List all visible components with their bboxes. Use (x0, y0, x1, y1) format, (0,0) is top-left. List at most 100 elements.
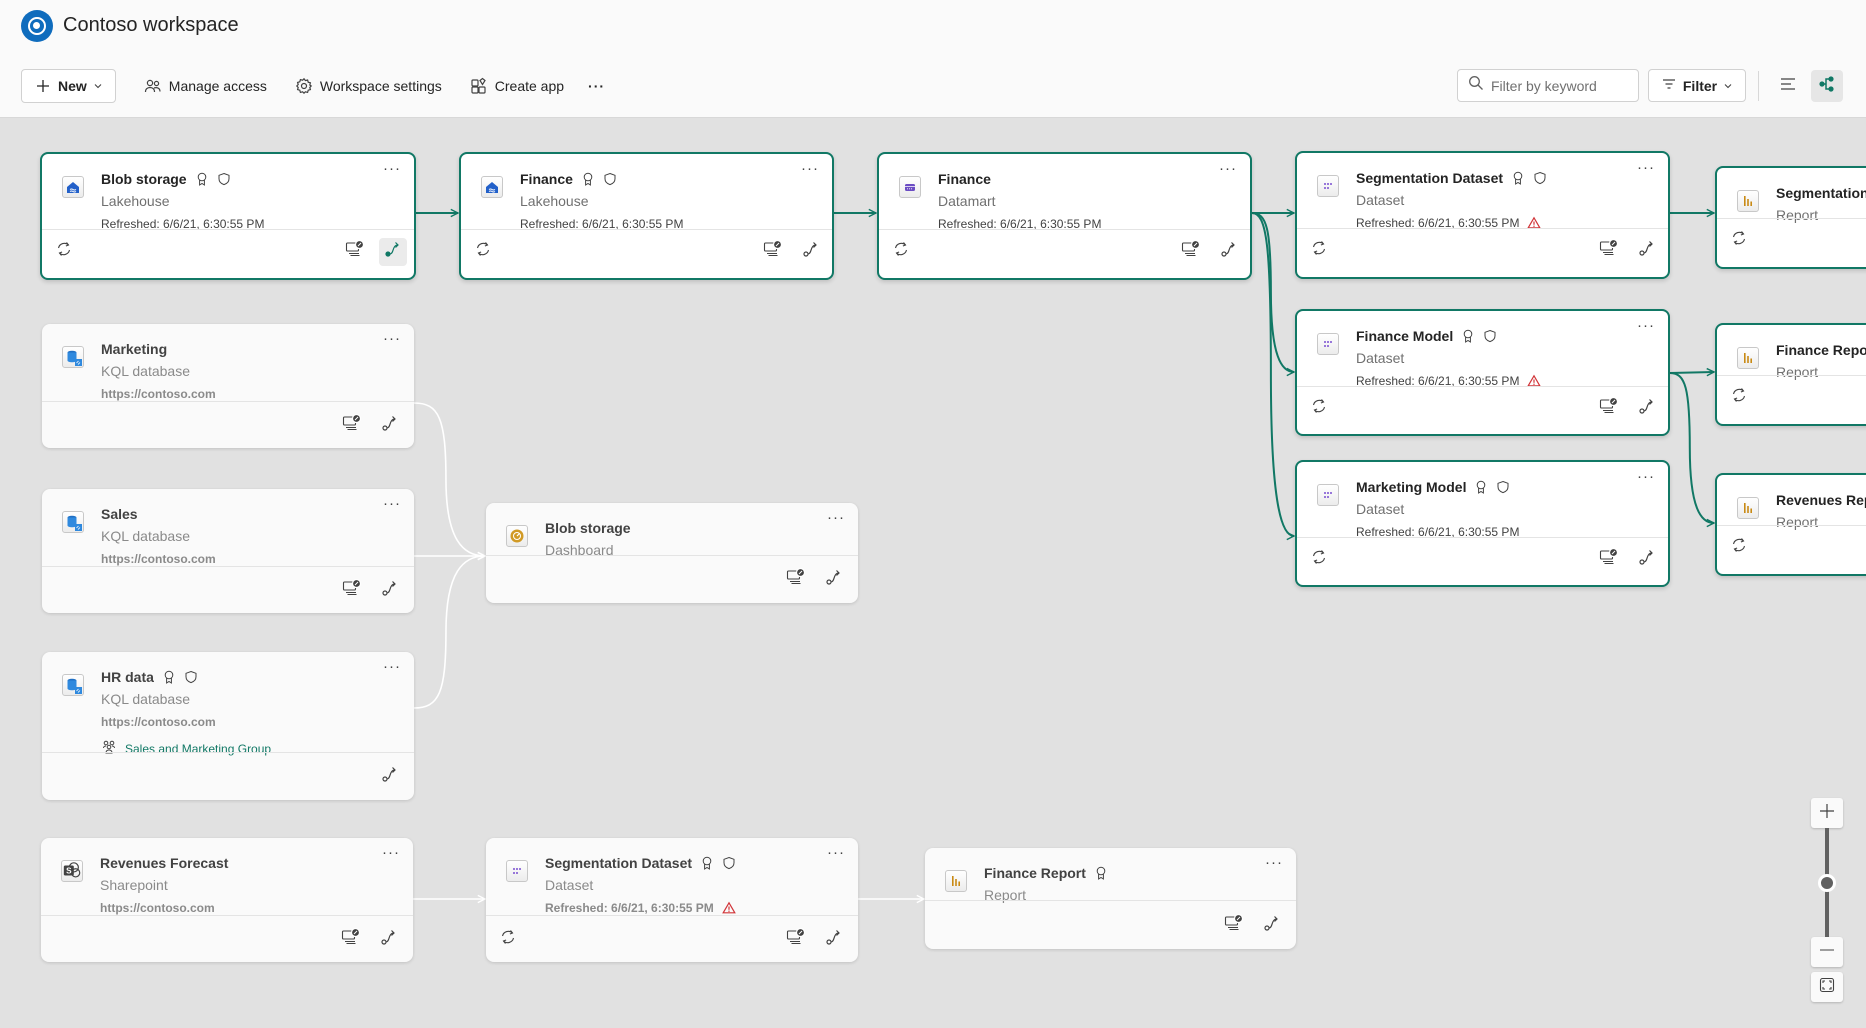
more-options-button[interactable]: ··· (382, 161, 402, 176)
refresh-button[interactable] (1727, 386, 1751, 410)
more-options-button[interactable]: ··· (1636, 318, 1656, 333)
show-lineage-button[interactable] (375, 925, 403, 953)
impact-analysis-button[interactable] (1179, 239, 1203, 264)
show-lineage-button[interactable] (1215, 238, 1243, 266)
card-name[interactable]: Blob storage (101, 171, 187, 187)
refresh-button[interactable] (1307, 239, 1331, 263)
more-options-button[interactable]: ··· (588, 69, 605, 103)
card-name[interactable]: Revenues Repo (1776, 492, 1866, 508)
impact-analysis-button[interactable] (1597, 238, 1621, 263)
more-options-button[interactable]: ··· (1636, 469, 1656, 484)
chevron-down-icon (93, 78, 103, 94)
lineage-card-segmentation-report[interactable]: Segmentation Report (1715, 166, 1866, 269)
show-lineage-button[interactable] (1633, 395, 1661, 423)
impact-analysis-button[interactable] (784, 567, 808, 591)
lineage-card-finance-report-bottom[interactable]: Finance Report Report ··· (925, 848, 1296, 949)
lineage-card-marketing-kql[interactable]: Marketing KQL database https://contoso.com… (42, 324, 414, 448)
impact-analysis-button[interactable] (1222, 913, 1246, 937)
more-options-button[interactable]: ··· (381, 845, 401, 860)
card-name[interactable]: Blob storage (545, 520, 631, 536)
more-options-button[interactable]: ··· (800, 161, 820, 176)
refresh-button[interactable] (889, 240, 913, 264)
filter-keyword-input[interactable] (1491, 77, 1631, 94)
show-lineage-button[interactable] (1633, 546, 1661, 574)
lineage-card-finance-datamart[interactable]: Finance Datamart Refreshed: 6/6/21, 6:30:5… (877, 152, 1252, 280)
lineage-card-revenues-report[interactable]: Revenues Repo Report (1715, 473, 1866, 576)
impact-analysis-button[interactable] (761, 239, 785, 264)
card-name[interactable]: Finance Report (984, 865, 1086, 881)
refresh-button[interactable] (52, 240, 76, 264)
fit-to-screen-button[interactable] (1811, 972, 1843, 1002)
show-lineage-button[interactable] (376, 411, 404, 439)
refresh-button[interactable] (471, 240, 495, 264)
card-name[interactable]: Finance (520, 171, 573, 187)
card-name[interactable]: Finance Model (1356, 328, 1453, 344)
lineage-card-segmentation-dataset[interactable]: Segmentation Dataset Dataset Refreshed: 6/… (1295, 151, 1670, 279)
lineage-card-blob-lakehouse[interactable]: Blob storage Lakehouse Refreshed: 6/6/21, … (40, 152, 416, 280)
impact-analysis-button[interactable] (1597, 396, 1621, 421)
filter-keyword-search[interactable] (1457, 69, 1639, 102)
show-lineage-button[interactable] (1258, 911, 1286, 939)
card-name[interactable]: HR data (101, 669, 154, 685)
list-view-button[interactable] (1772, 70, 1804, 102)
more-options-button[interactable]: ··· (382, 331, 402, 346)
impact-analysis-button[interactable] (339, 927, 363, 951)
new-button[interactable]: New (21, 69, 116, 103)
lineage-card-segmentation-dataset-2[interactable]: Segmentation Dataset Dataset Refreshed: 6/… (486, 838, 858, 962)
lineage-card-blob-dashboard[interactable]: Blob storage Dashboard ··· (486, 503, 858, 603)
more-options-button[interactable]: ··· (1264, 855, 1284, 870)
more-options-button[interactable]: ··· (382, 496, 402, 511)
show-lineage-button[interactable] (376, 576, 404, 604)
show-lineage-button[interactable] (820, 925, 848, 953)
refresh-button[interactable] (496, 927, 520, 951)
lineage-card-finance-model[interactable]: Finance Model Dataset Refreshed: 6/6/21, 6… (1295, 309, 1670, 436)
refresh-button[interactable] (1307, 548, 1331, 572)
card-name[interactable]: Finance (938, 171, 991, 187)
show-lineage-button[interactable] (376, 762, 404, 790)
refresh-button[interactable] (1307, 397, 1331, 421)
card-name[interactable]: Sales (101, 506, 138, 522)
show-lineage-button[interactable] (378, 237, 407, 266)
show-lineage-button[interactable] (820, 565, 848, 593)
lineage-card-marketing-model[interactable]: Marketing Model Dataset Refreshed: 6/6/21,… (1295, 460, 1670, 587)
lineage-card-finance-lakehouse[interactable]: Finance Lakehouse Refreshed: 6/6/21, 6:30:… (459, 152, 834, 280)
show-lineage-button[interactable] (797, 238, 825, 266)
manage-access-button[interactable]: Manage access (144, 69, 267, 103)
more-options-button[interactable]: ··· (1636, 160, 1656, 175)
card-name[interactable]: Finance Repor (1776, 342, 1866, 358)
workspace-settings-button[interactable]: Workspace settings (295, 69, 442, 103)
impact-analysis-button[interactable] (343, 239, 367, 264)
lineage-card-hr-kql[interactable]: HR data KQL database https://contoso.com Sa… (42, 652, 414, 800)
group-people-icon (101, 739, 117, 758)
impact-analysis-button[interactable] (340, 578, 364, 602)
card-name[interactable]: Revenues Forecast (100, 855, 228, 871)
lineage-card-finance-report-right[interactable]: Finance Repor Report (1715, 323, 1866, 426)
card-name[interactable]: Segmentation (1776, 185, 1866, 201)
card-name[interactable]: Marketing Model (1356, 479, 1466, 495)
impact-analysis-button[interactable] (340, 413, 364, 437)
create-app-button[interactable]: Create app (470, 69, 564, 103)
zoom-in-button[interactable] (1811, 798, 1843, 828)
more-options-button[interactable]: ··· (826, 845, 846, 860)
zoom-out-button[interactable] (1811, 937, 1843, 967)
show-lineage-button[interactable] (1633, 237, 1661, 265)
more-options-button[interactable]: ··· (1218, 161, 1238, 176)
card-name[interactable]: Marketing (101, 341, 167, 357)
more-options-button[interactable]: ··· (826, 510, 846, 525)
card-group[interactable]: Sales and Marketing Group (101, 739, 271, 758)
refresh-button[interactable] (1727, 229, 1751, 253)
refresh-button[interactable] (1727, 536, 1751, 560)
lineage-card-revenues-forecast[interactable]: S Revenues Forecast Sharepoint https://cont… (41, 838, 413, 962)
lineage-view-button[interactable] (1811, 70, 1843, 102)
lineage-card-sales-kql[interactable]: Sales KQL database https://contoso.com ··· (42, 489, 414, 613)
filter-button[interactable]: Filter (1648, 69, 1746, 102)
impact-analysis-button[interactable] (1597, 547, 1621, 572)
card-name[interactable]: Segmentation Dataset (1356, 170, 1503, 186)
warning-icon[interactable] (721, 901, 736, 915)
more-options-button[interactable]: ··· (382, 659, 402, 674)
zoom-slider-thumb[interactable] (1818, 874, 1836, 892)
card-item-type: Report (1776, 364, 1819, 380)
impact-analysis-button[interactable] (784, 927, 808, 951)
card-meta: https://contoso.com (101, 552, 216, 566)
card-name[interactable]: Segmentation Dataset (545, 855, 692, 871)
